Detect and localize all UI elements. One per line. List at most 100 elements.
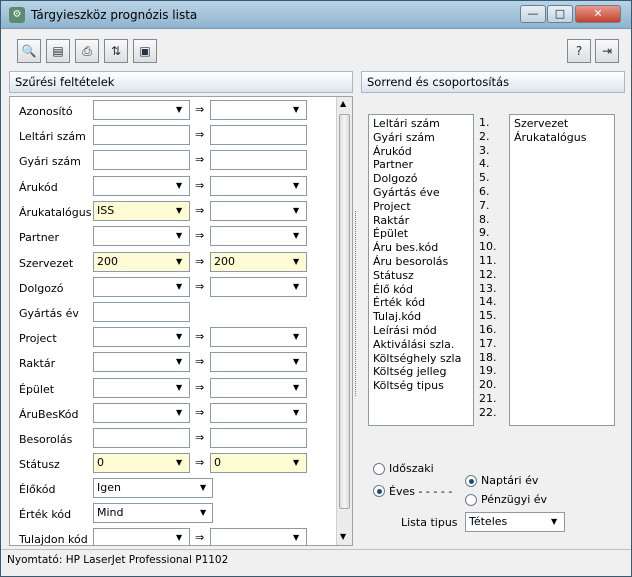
panel-splitter[interactable]	[355, 211, 359, 396]
list-item[interactable]: Költség jelleg	[373, 365, 469, 379]
order-number: 13.	[479, 281, 497, 295]
elokod-select[interactable]: Igen	[93, 478, 213, 498]
order-number: 7.	[479, 198, 490, 212]
exit-icon[interactable]: ⇥	[595, 39, 619, 63]
gyari-from-input[interactable]	[93, 150, 190, 170]
gyartas-ev-input[interactable]	[93, 302, 190, 322]
list-item[interactable]: Költség tipus	[373, 379, 469, 393]
order-number: 16.	[479, 322, 497, 336]
filter-label: Élőkód	[19, 483, 56, 496]
order-number: 1.	[479, 116, 490, 129]
list-item[interactable]: Árukatalógus	[514, 131, 610, 145]
sort-area: Leltári szám Gyári szám Árukód Partner Dolgo…	[361, 96, 625, 546]
range-arrow-icon: ⇒	[195, 406, 205, 419]
list-item[interactable]: Érték kód	[373, 296, 469, 310]
chevron-down-icon: ▼	[200, 483, 207, 492]
list-item[interactable]: Árukód	[373, 145, 469, 159]
list-item[interactable]: Partner	[373, 158, 469, 172]
range-arrow-icon: ⇒	[195, 330, 205, 343]
list-item[interactable]: Gyári szám	[373, 131, 469, 145]
save-icon[interactable]: ▣	[133, 39, 157, 63]
filter-label: Státusz	[19, 458, 60, 471]
list-item[interactable]: Gyártás éve	[373, 186, 469, 200]
order-number: 2.	[479, 129, 490, 143]
gyari-to-input[interactable]	[210, 150, 307, 170]
list-item[interactable]: Dolgozó	[373, 172, 469, 186]
scroll-thumb[interactable]	[339, 114, 350, 509]
list-item[interactable]: Élő kód	[373, 283, 469, 297]
minimize-button[interactable]: —	[520, 5, 546, 23]
list-item[interactable]: Tulaj.kód	[373, 310, 469, 324]
lista-tipus-select[interactable]: Tételes	[465, 512, 565, 532]
order-number: 17.	[479, 336, 497, 350]
list-item[interactable]: Aktiválási szla.	[373, 338, 469, 352]
list-item[interactable]: Leltári szám	[373, 117, 469, 131]
help-icon[interactable]: ?	[567, 39, 591, 63]
available-fields-list[interactable]: Leltári szám Gyári szám Árukód Partner Dolgo…	[368, 114, 474, 426]
list-item[interactable]: Raktár	[373, 214, 469, 228]
filter-panel-header: Szűrési feltételek	[9, 71, 353, 93]
filter-label: Szervezet	[19, 257, 74, 270]
order-number: 15.	[479, 309, 497, 323]
lista-tipus-label: Lista tipus	[401, 516, 458, 529]
order-number: 20.	[479, 378, 497, 392]
order-number: 22.	[479, 405, 497, 419]
leltari-from-input[interactable]	[93, 125, 190, 145]
range-arrow-icon: ⇒	[195, 381, 205, 394]
preview-icon[interactable]: 🔍	[17, 39, 41, 63]
filter-label: Tulajdon kód	[19, 533, 88, 546]
list-item[interactable]: Áru besorolás	[373, 255, 469, 269]
scroll-up-icon[interactable]: ▲	[340, 99, 346, 108]
chevron-down-icon: ▼	[200, 508, 207, 517]
scroll-down-icon[interactable]: ▼	[340, 532, 346, 541]
order-number: 18.	[479, 350, 497, 364]
eves-radio[interactable]	[373, 485, 385, 497]
filter-label: Raktár	[19, 357, 56, 370]
title-bar: ⚙ Tárgyieszköz prognózis lista — □ ✕	[1, 1, 631, 29]
filter-label: Árukatalógus	[19, 206, 92, 219]
list-item[interactable]: Szervezet	[514, 117, 610, 131]
range-arrow-icon: ⇒	[195, 355, 205, 368]
range-arrow-icon: ⇒	[195, 255, 205, 268]
idoszaki-radio[interactable]	[373, 463, 385, 475]
range-arrow-icon: ⇒	[195, 204, 205, 217]
app-icon: ⚙	[9, 7, 25, 23]
list-item[interactable]: Leírási mód	[373, 324, 469, 338]
order-number: 6.	[479, 184, 490, 198]
leltari-to-input[interactable]	[210, 125, 307, 145]
list-item[interactable]: Státusz	[373, 269, 469, 283]
filter-label: Érték kód	[19, 508, 72, 521]
ertekkod-select[interactable]: Mind	[93, 503, 213, 523]
export-icon[interactable]: ⇅	[104, 39, 128, 63]
filter-label: Épület	[19, 383, 55, 396]
order-numbers: 1. 2. 3. 4. 5. 6. 7. 8. 9. 10. 11. 12. 13. 14. 15. 16. 1…	[479, 116, 503, 420]
list-item[interactable]: Áru bes.kód	[373, 241, 469, 255]
filter-scrollbar[interactable]: ▲ ▼	[336, 97, 352, 545]
besorolas-to-input[interactable]	[210, 428, 307, 448]
range-arrow-icon: ⇒	[195, 179, 205, 192]
window-title: Tárgyieszköz prognózis lista	[31, 8, 198, 22]
close-button[interactable]: ✕	[575, 5, 621, 23]
main-window: ⚙ Tárgyieszköz prognózis lista — □ ✕ 🔍 ▤…	[0, 0, 632, 577]
range-arrow-icon: ⇒	[195, 153, 205, 166]
order-number: 19.	[479, 364, 497, 378]
filter-label: Gyártás év	[19, 307, 79, 320]
penzugyi-label: Pénzügyi év	[481, 493, 548, 506]
maximize-button[interactable]: □	[547, 5, 573, 23]
penzugyi-radio[interactable]	[465, 494, 477, 506]
list-item[interactable]: Költséghely szla	[373, 352, 469, 366]
naptari-radio[interactable]	[465, 475, 477, 487]
range-arrow-icon: ⇒	[195, 456, 205, 469]
list-item[interactable]: Project	[373, 200, 469, 214]
print-icon[interactable]: ⎙	[75, 39, 99, 63]
settings-icon[interactable]: ▤	[46, 39, 70, 63]
list-item[interactable]: Épület	[373, 227, 469, 241]
order-number: 14.	[479, 295, 497, 309]
selected-fields-list[interactable]: Szervezet Árukatalógus	[509, 114, 615, 426]
order-number: 9.	[479, 226, 490, 240]
range-arrow-icon: ⇒	[195, 128, 205, 141]
besorolas-from-input[interactable]	[93, 428, 190, 448]
range-arrow-icon: ⇒	[195, 229, 205, 242]
eves-label: Éves - - - - -	[389, 485, 453, 498]
range-arrow-icon: ⇒	[195, 280, 205, 293]
